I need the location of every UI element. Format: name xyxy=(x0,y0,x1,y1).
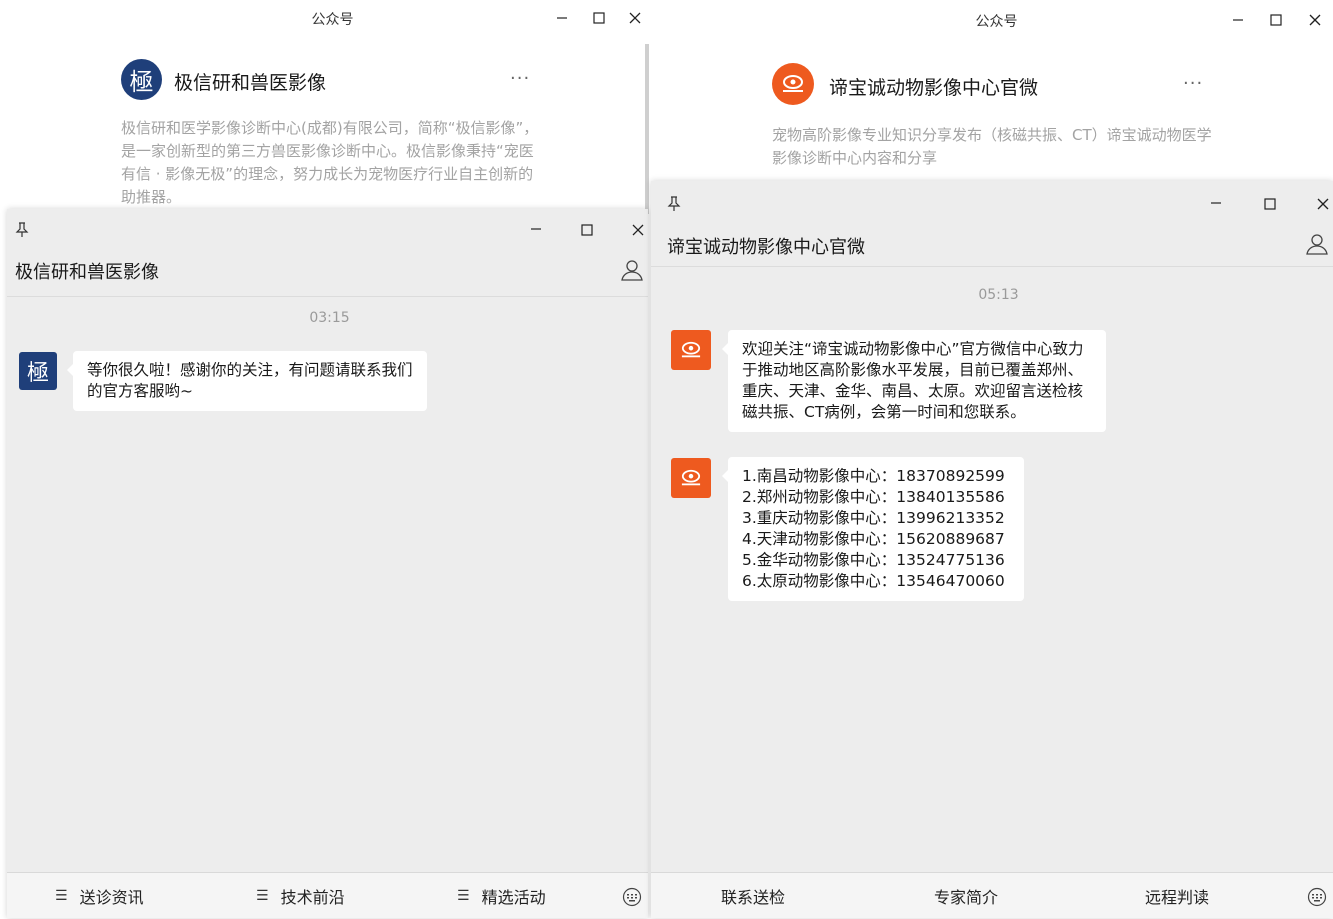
close-icon[interactable] xyxy=(1305,10,1325,30)
sender-avatar[interactable]: 極 xyxy=(19,352,57,390)
menu-item-yuancheng[interactable]: 远程判读 xyxy=(1145,873,1209,919)
contact-line: 4.天津动物影像中心：15620889687 xyxy=(742,530,1005,548)
menu-bar: 联系送检 专家简介 远程判读 xyxy=(651,872,1333,918)
menu-label: 技术前沿 xyxy=(280,888,345,907)
account-name: 谛宝诚动物影像中心官微 xyxy=(829,77,1039,99)
menu-bar: ☰ 送诊资讯 ☰ 技术前沿 ☰ 精选活动 xyxy=(7,872,648,918)
close-icon[interactable] xyxy=(1313,194,1333,214)
contact-line: 5.金华动物影像中心：13524775136 xyxy=(742,551,1005,569)
message-time: 05:13 xyxy=(978,287,1019,303)
menu-item-jishu[interactable]: ☰ 技术前沿 xyxy=(256,873,345,919)
message-bubble-contacts[interactable]: 1.南昌动物影像中心：18370892599 2.郑州动物影像中心：138401… xyxy=(722,457,1024,601)
menu-label: 送诊资讯 xyxy=(79,888,144,907)
menu-label: 远程判读 xyxy=(1145,888,1210,907)
sender-avatar[interactable] xyxy=(671,458,711,498)
keyboard-icon[interactable] xyxy=(1306,886,1328,908)
logo-glyph: 極 xyxy=(129,68,154,96)
pin-icon[interactable] xyxy=(664,194,684,214)
account-description: 宠物高阶影像专业知识分享发布（核磁共振、CT）谛宝诚动物医学影像诊断中心内容和分… xyxy=(772,126,1212,167)
minimize-icon[interactable] xyxy=(552,8,572,28)
menu-label: 精选活动 xyxy=(481,888,546,907)
menu-item-huodong[interactable]: ☰ 精选活动 xyxy=(457,873,546,919)
sender-avatar[interactable] xyxy=(671,330,711,370)
chat-header: 极信研和兽医影像 xyxy=(7,209,648,297)
pet-logo-icon xyxy=(681,469,701,486)
menu-label: 联系送检 xyxy=(721,888,786,907)
contact-line: 6.太原动物影像中心：13546470060 xyxy=(742,572,1005,590)
maximize-icon[interactable] xyxy=(577,220,597,240)
hamburger-icon: ☰ xyxy=(256,888,269,904)
message-bubble[interactable]: 等你很久啦！感谢你的关注，有问题请联系我们的官方客服哟~ xyxy=(67,351,427,411)
contact-line: 2.郑州动物影像中心：13840135586 xyxy=(742,488,1005,506)
keyboard-icon[interactable] xyxy=(621,886,643,908)
account-avatar[interactable] xyxy=(772,63,814,105)
more-options-button[interactable]: ··· xyxy=(510,68,530,89)
menu-item-lianxi[interactable]: 联系送检 xyxy=(721,873,785,919)
right-chat-window: 谛宝诚动物影像中心官微 05:13 欢迎关注“谛宝诚动物影像中心”官方微信中心致… xyxy=(651,181,1333,918)
contact-line: 3.重庆动物影像中心：13996213352 xyxy=(742,509,1005,527)
hamburger-icon: ☰ xyxy=(55,888,68,904)
maximize-icon[interactable] xyxy=(1260,194,1280,214)
chat-header: 谛宝诚动物影像中心官微 xyxy=(651,181,1333,267)
window-divider xyxy=(645,44,649,214)
pet-logo-icon xyxy=(783,75,803,92)
right-profile-window: 公众号 谛宝诚动物影像中心官微 ··· 宠物高阶影像专业知识分享发布（核磁共振、… xyxy=(650,0,1333,185)
contact-line: 1.南昌动物影像中心：18370892599 xyxy=(742,467,1005,485)
left-chat-window: 极信研和兽医影像 03:15 極 等你很久啦！感谢你的关注，有问题请联系我们的官… xyxy=(7,209,648,918)
chat-title: 极信研和兽医影像 xyxy=(15,262,159,283)
account-avatar[interactable]: 極 xyxy=(121,59,162,100)
hamburger-icon: ☰ xyxy=(457,888,470,904)
menu-label: 专家简介 xyxy=(934,888,999,907)
left-profile-window: 公众号 極 极信研和兽医影像 ··· 极信研和医学影像诊断中心(成都)有限公司，… xyxy=(0,0,650,210)
logo-glyph: 極 xyxy=(26,361,49,386)
pet-logo-icon xyxy=(681,341,701,358)
maximize-icon[interactable] xyxy=(1266,10,1286,30)
profile-icon[interactable] xyxy=(620,258,644,282)
account-description: 极信研和医学影像诊断中心(成都)有限公司，简称“极信影像”，是一家创新型的第三方… xyxy=(121,119,539,206)
account-name: 极信研和兽医影像 xyxy=(174,72,327,94)
message-bubble[interactable]: 欢迎关注“谛宝诚动物影像中心”官方微信中心致力于推动地区高阶影像水平发展，目前已… xyxy=(722,330,1106,432)
menu-item-songzhen[interactable]: ☰ 送诊资讯 xyxy=(55,873,144,919)
maximize-icon[interactable] xyxy=(589,8,609,28)
profile-icon[interactable] xyxy=(1305,232,1329,256)
more-options-button[interactable]: ··· xyxy=(1183,73,1203,94)
close-icon[interactable] xyxy=(625,8,645,28)
minimize-icon[interactable] xyxy=(1228,10,1248,30)
pin-icon[interactable] xyxy=(12,220,32,240)
minimize-icon[interactable] xyxy=(526,219,546,239)
close-icon[interactable] xyxy=(628,220,648,240)
minimize-icon[interactable] xyxy=(1206,193,1226,213)
message-time: 03:15 xyxy=(309,310,350,326)
chat-title: 谛宝诚动物影像中心官微 xyxy=(667,237,865,258)
menu-item-zhuanjia[interactable]: 专家简介 xyxy=(934,873,998,919)
